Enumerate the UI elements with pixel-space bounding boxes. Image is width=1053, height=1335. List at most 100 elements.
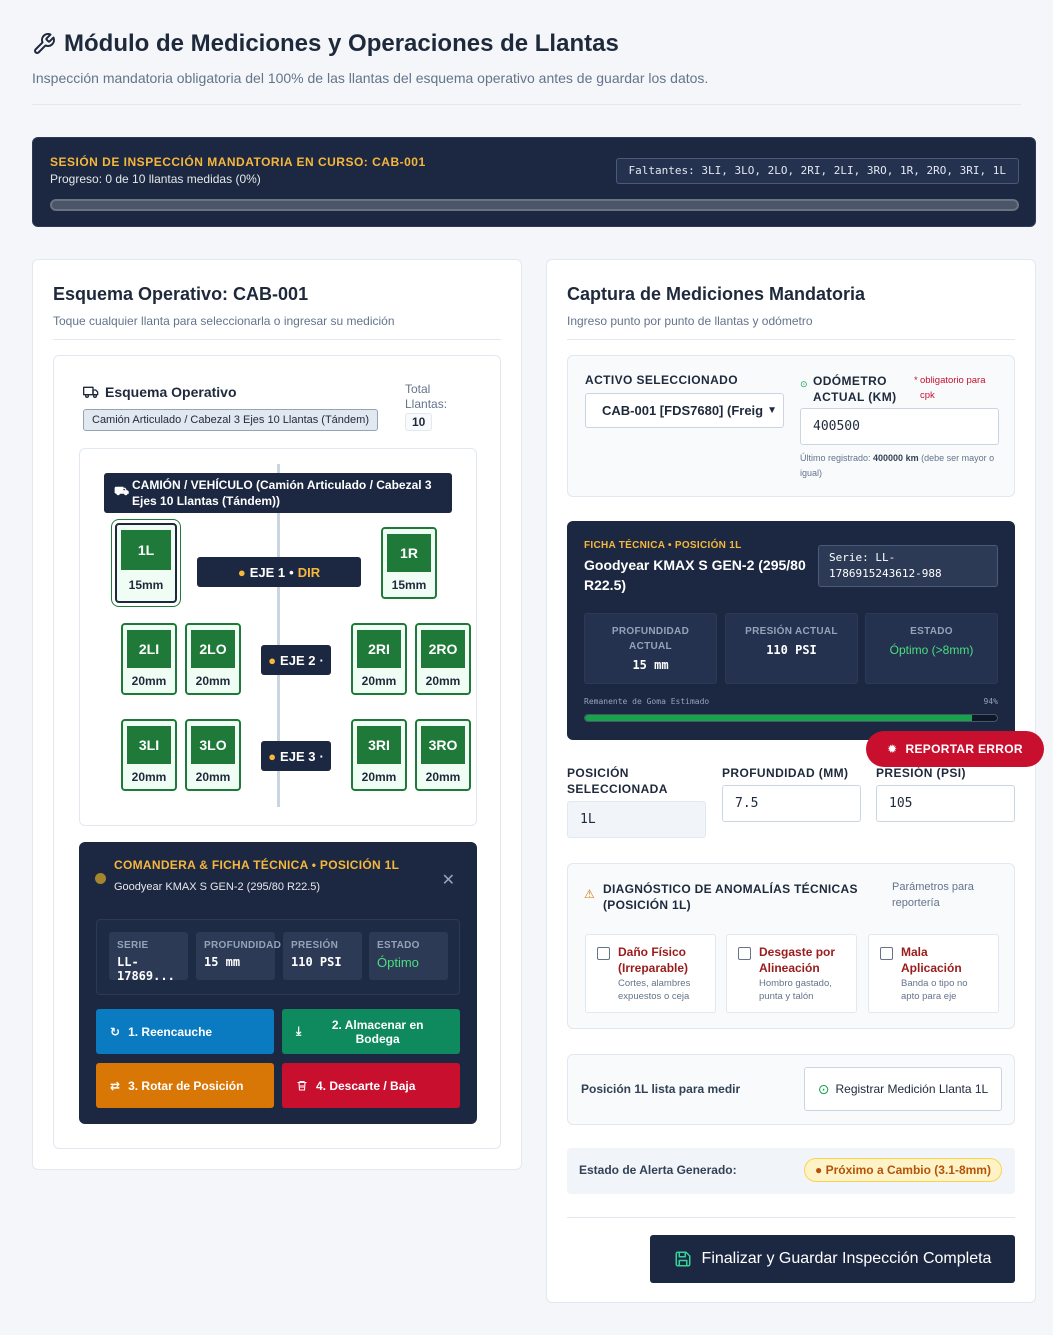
report-error-button[interactable]: ✹ REPORTAR ERROR <box>866 731 1044 767</box>
checkbox[interactable] <box>738 947 751 960</box>
tire-3RO[interactable]: 3RO 20mm <box>415 719 471 791</box>
stat-value: Óptimo <box>377 955 419 970</box>
tire-2LO[interactable]: 2LO 20mm <box>185 623 241 695</box>
diag-option-dano-fisico[interactable]: Daño Físico (Irreparable) Cortes, alambr… <box>585 934 716 1013</box>
scheme-card: Esquema Operativo: CAB-001 Toque cualqui… <box>32 259 522 1170</box>
axle-dot-icon: ● <box>237 564 246 580</box>
ready-text: Posición 1L lista para medir <box>581 1082 741 1096</box>
scheme-label: Esquema Operativo <box>83 384 237 400</box>
tire-position: 2LI <box>127 630 171 668</box>
ficha-tecnica-panel: FICHA TÉCNICA • POSICIÓN 1L Goodyear KMA… <box>567 521 1015 740</box>
axle-dot-icon: ● <box>268 748 277 764</box>
stat-key: ESTADO <box>910 626 953 637</box>
button-label: 1. Reencauche <box>128 1024 213 1039</box>
axle-separator: · <box>319 748 324 764</box>
ficha-serie: Serie: LL-1786915243612-988 <box>818 545 998 587</box>
truck-icon: ⛟ <box>114 484 130 498</box>
ficha-title: Goodyear KMAX S GEN-2 (295/80 R22.5) <box>584 557 806 593</box>
scheme-card-title: Esquema Operativo: CAB-001 <box>53 284 309 304</box>
vehicle-banner: ⛟ CAMIÓN / VEHÍCULO (Camión Articulado /… <box>104 473 452 513</box>
scheme-panel: Esquema Operativo Camión Articulado / Ca… <box>53 355 501 1149</box>
close-icon[interactable]: ✕ <box>442 870 455 890</box>
activo-label: ACTIVO SELECCIONADO <box>585 373 738 387</box>
stat-key: PROFUNDIDAD <box>204 940 282 951</box>
tire-depth: 20mm <box>195 674 231 688</box>
odometro-required-note: * obligatorio para cpk <box>914 373 1000 403</box>
tire-3LI[interactable]: 3LI 20mm <box>121 719 177 791</box>
bug-icon: ✹ <box>887 742 898 756</box>
stat-value: 15 mm <box>204 955 241 969</box>
activo-select[interactable]: CAB-001 [FDS7680] (Freig ▼ <box>585 393 784 428</box>
diagnostico-param: Parámetros para reportería <box>892 881 974 909</box>
stat-key: PRESIÓN ACTUAL <box>745 626 838 637</box>
session-progress-text: Progreso: 0 de 10 llantas medidas (0%) <box>50 172 261 186</box>
tire-3RI[interactable]: 3RI 20mm <box>351 719 407 791</box>
check-circle-icon: ⊙ <box>817 1080 830 1097</box>
tire-position: 2RI <box>357 630 401 668</box>
tire-depth: 20mm <box>425 674 461 688</box>
reencauche-button[interactable]: ↻ 1. Reencauche <box>96 1009 274 1054</box>
tire-depth: 15mm <box>128 578 164 592</box>
almacenar-button[interactable]: ⤓ 2. Almacenar en Bodega <box>282 1009 460 1054</box>
diag-option-mala-aplicacion[interactable]: Mala Aplicación Banda o tipo no apto par… <box>868 934 999 1013</box>
diagnostico-panel: ⚠ DIAGNÓSTICO DE ANOMALÍAS TÉCNICAS (POS… <box>567 863 1015 1029</box>
odometro-note: Último registrado: 400000 km (debe ser m… <box>800 451 995 481</box>
tire-1L[interactable]: 1L 15mm <box>115 523 177 603</box>
capture-card-subtitle: Ingreso punto por punto de llantas y odó… <box>567 314 813 328</box>
odometro-required-text: obligatorio para cpk <box>920 375 986 401</box>
truck-icon <box>83 386 99 398</box>
descarte-button[interactable]: 4. Descarte / Baja <box>282 1063 460 1108</box>
axle-3-label: ● EJE 3 · <box>261 741 331 771</box>
page-title-text: Módulo de Mediciones y Operaciones de Ll… <box>64 30 619 57</box>
axle-separator: • <box>289 564 294 580</box>
remanente-label: Remanente de Goma Estimado 94% <box>584 697 998 706</box>
ready-panel: Posición 1L lista para medir ⊙ Registrar… <box>567 1054 1015 1125</box>
diag-option-desgaste[interactable]: Desgaste por Alineación Hombro gastado, … <box>726 934 857 1013</box>
comandera-panel: COMANDERA & FICHA TÉCNICA • POSICIÓN 1L … <box>79 842 477 1124</box>
stat-value: Óptimo (>8mm) <box>889 643 974 657</box>
axle-dot-icon: ● <box>268 652 277 668</box>
alert-badge-text: Próximo a Cambio (3.1-8mm) <box>825 1163 991 1177</box>
option-title: Mala Aplicación <box>901 945 962 975</box>
odometro-input[interactable]: 400500 <box>800 408 999 445</box>
checkbox[interactable] <box>597 947 610 960</box>
tire-position: 3RO <box>421 726 465 764</box>
swap-icon: ⇄ <box>110 1078 121 1093</box>
option-desc: Banda o tipo no apto para eje <box>901 978 968 1002</box>
posicion-input: 1L <box>567 801 706 838</box>
vehicle-banner-text: CAMIÓN / VEHÍCULO (Camión Articulado / C… <box>132 478 432 508</box>
tire-depth: 20mm <box>361 674 397 688</box>
scheme-label-text: Esquema Operativo <box>105 384 237 400</box>
option-title: Desgaste por Alineación <box>759 945 836 975</box>
status-dot-icon <box>95 873 106 884</box>
tire-depth: 20mm <box>425 770 461 784</box>
save-icon <box>675 1251 691 1267</box>
tire-1R[interactable]: 1R 15mm <box>381 527 437 599</box>
inspection-session-banner: SESIÓN DE INSPECCIÓN MANDATORIA EN CURSO… <box>32 137 1036 227</box>
comandera-stats: SERIE LL-17869... PROFUNDIDAD 15 mm PRES… <box>96 919 460 995</box>
tire-2LI[interactable]: 2LI 20mm <box>121 623 177 695</box>
finalize-save-button[interactable]: Finalizar y Guardar Inspección Completa <box>650 1235 1015 1283</box>
tire-depth: 20mm <box>195 770 231 784</box>
profundidad-input[interactable]: 7.5 <box>722 785 861 822</box>
tire-2RI[interactable]: 2RI 20mm <box>351 623 407 695</box>
total-tires-value: 10 <box>405 413 433 431</box>
wrench-icon <box>34 33 55 54</box>
axle-1-dir: DIR <box>297 564 321 580</box>
page-title: Módulo de Mediciones y Operaciones de Ll… <box>32 30 1021 58</box>
stat-key: PROFUNDIDAD ACTUAL <box>611 626 690 652</box>
tire-2RO[interactable]: 2RO 20mm <box>415 623 471 695</box>
capture-card-title: Captura de Mediciones Mandatoria <box>567 284 866 304</box>
presion-label: PRESIÓN (PSI) <box>876 766 966 780</box>
option-title: Daño Físico (Irreparable) <box>618 945 689 975</box>
ficha-label: FICHA TÉCNICA • POSICIÓN 1L <box>584 540 742 551</box>
presion-input[interactable]: 105 <box>876 785 1015 822</box>
activo-select-value: CAB-001 [FDS7680] (Freig <box>602 403 764 418</box>
register-measurement-button[interactable]: ⊙ Registrar Medición Llanta 1L <box>804 1067 1002 1111</box>
checkbox[interactable] <box>880 947 893 960</box>
total-tires-label: Total Llantas: <box>405 382 448 411</box>
scheme-card-subtitle: Toque cualquier llanta para seleccionarl… <box>53 314 395 328</box>
tire-3LO[interactable]: 3LO 20mm <box>185 719 241 791</box>
rotar-button[interactable]: ⇄ 3. Rotar de Posición <box>96 1063 274 1108</box>
remanente-text: Remanente de Goma Estimado <box>584 697 710 706</box>
